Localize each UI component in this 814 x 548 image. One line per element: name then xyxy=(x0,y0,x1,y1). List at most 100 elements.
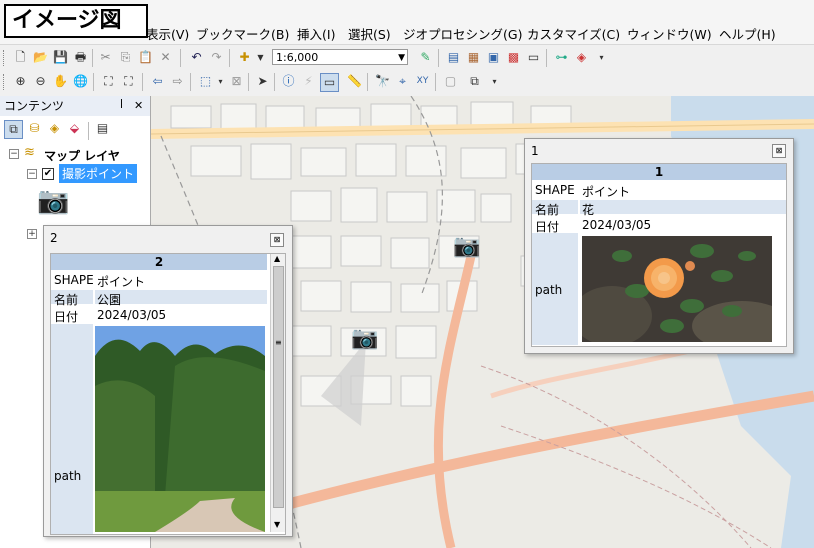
scrollbar-thumb[interactable] xyxy=(273,266,284,508)
collapse-icon[interactable]: − xyxy=(9,149,19,159)
measure-icon[interactable]: 📏 xyxy=(346,73,363,90)
toolbar-separator xyxy=(88,122,89,140)
python-window-icon[interactable]: ▭ xyxy=(525,49,542,66)
toolbar-grip[interactable] xyxy=(3,50,7,66)
pin-icon[interactable]: ꟾ xyxy=(120,96,123,116)
toolbar-grip[interactable] xyxy=(3,74,7,90)
popup-window-1: 1 ⊠ 1 SHAPE ポイント 名前 花 日付 2024/03/05 path xyxy=(524,138,794,354)
table-window-icon[interactable]: ▤ xyxy=(445,49,462,66)
menu-bookmark[interactable]: ブックマーク(B) xyxy=(196,24,289,43)
list-by-visibility-icon[interactable]: ◈ xyxy=(46,120,63,137)
fixed-zoom-in-icon[interactable]: ⛶ xyxy=(100,73,117,90)
zoom-out-icon[interactable]: ⊖ xyxy=(32,73,49,90)
scale-value: 1:6,000 xyxy=(276,51,319,64)
popup-title: 1 xyxy=(531,144,539,158)
data-frame-label[interactable]: マップ レイヤ xyxy=(44,147,120,164)
zoom-in-icon[interactable]: ⊕ xyxy=(12,73,29,90)
save-icon[interactable]: 💾 xyxy=(52,49,69,66)
find-binoculars-icon[interactable]: 🔭 xyxy=(374,73,391,90)
options-icon[interactable]: ▤ xyxy=(94,120,111,137)
scroll-down-arrow-icon[interactable]: ▼ xyxy=(274,520,280,529)
field-value: 2024/03/05 xyxy=(582,218,652,232)
list-by-drawing-order-icon[interactable]: ⧉ xyxy=(4,120,23,139)
forward-arrow-icon[interactable]: ⇨ xyxy=(169,73,186,90)
scroll-grip-icon: ≡ xyxy=(275,338,282,347)
tool-icon[interactable]: ◈ xyxy=(573,49,590,66)
menu-view[interactable]: 表示(V) xyxy=(146,24,189,43)
menu-insert[interactable]: 挿入(I) xyxy=(297,24,335,43)
editor-icon[interactable]: ✎ xyxy=(417,49,434,66)
fixed-zoom-out-icon[interactable]: ⛶ xyxy=(120,73,137,90)
chevron-down-icon[interactable]: ▾ xyxy=(212,73,229,90)
redo-icon[interactable]: ↷ xyxy=(208,49,225,66)
catalog-icon[interactable]: ▦ xyxy=(465,49,482,66)
delete-icon[interactable]: ✕ xyxy=(157,49,174,66)
select-elements-pointer-icon[interactable]: ➤ xyxy=(254,73,271,90)
toolbar-separator xyxy=(190,73,191,91)
attribute-table: 2 SHAPE ポイント 名前 公園 日付 2024/03/05 path ▲ … xyxy=(50,253,286,535)
camera-point-icon[interactable]: 📷 xyxy=(351,326,378,351)
back-arrow-icon[interactable]: ⇦ xyxy=(149,73,166,90)
chevron-down-icon[interactable]: ▼ xyxy=(252,49,269,66)
vertical-scrollbar[interactable]: ▲ ≡ ▼ xyxy=(270,254,285,532)
close-icon[interactable]: ⊠ xyxy=(772,144,786,158)
open-folder-icon[interactable]: 📂 xyxy=(32,49,49,66)
cut-icon[interactable]: ✂ xyxy=(97,49,114,66)
row-stripe xyxy=(580,200,786,214)
viewer-window-icon[interactable]: ⧉ xyxy=(466,73,483,90)
field-value: ポイント xyxy=(97,275,146,289)
field-value: ポイント xyxy=(582,185,631,199)
popup-title: 2 xyxy=(50,231,58,245)
pan-hand-icon[interactable]: ✋ xyxy=(52,73,69,90)
layer-visibility-checkbox[interactable]: ✔ xyxy=(42,168,54,180)
flower-photo xyxy=(582,236,772,342)
arctoolbox-icon[interactable]: ▩ xyxy=(505,49,522,66)
close-icon[interactable]: ✕ xyxy=(134,96,143,116)
scroll-up-arrow-icon[interactable]: ▲ xyxy=(274,254,280,263)
toolbar-separator xyxy=(546,49,547,67)
menu-customize[interactable]: カスタマイズ(C) xyxy=(527,24,620,43)
field-value: 花 xyxy=(582,203,595,217)
copy-icon[interactable]: ⎘ xyxy=(117,49,134,66)
identify-icon[interactable]: ⓘ xyxy=(280,73,297,90)
chevron-down-icon[interactable]: ▼ xyxy=(398,50,405,66)
field-label: SHAPE xyxy=(535,183,575,197)
standard-toolbar: 🗋 📂 💾 🖶 ✂ ⎘ 📋 ✕ ↶ ↷ ✚ ▼ 1:6,000 ▼ ✎ ▤ ▦ … xyxy=(0,46,814,70)
close-icon[interactable]: ⊠ xyxy=(270,233,284,247)
scale-combobox[interactable]: 1:6,000 ▼ xyxy=(272,49,408,65)
html-popup-icon[interactable]: ▭ xyxy=(320,73,339,92)
menu-window[interactable]: ウィンドウ(W) xyxy=(627,24,712,43)
new-document-icon[interactable]: 🗋 xyxy=(12,49,29,66)
clear-selection-icon[interactable]: ⊠ xyxy=(228,73,245,90)
model-builder-icon[interactable]: ⊶ xyxy=(553,49,570,66)
menu-select[interactable]: 選択(S) xyxy=(348,24,391,43)
toolbar-separator xyxy=(274,73,275,91)
toolbar-separator xyxy=(248,73,249,91)
list-by-selection-icon[interactable]: ⬙ xyxy=(66,120,83,137)
paste-icon[interactable]: 📋 xyxy=(137,49,154,66)
go-to-xy-icon[interactable]: XY xyxy=(414,73,431,90)
camera-point-icon[interactable]: 📷 xyxy=(453,234,480,259)
expand-icon[interactable]: + xyxy=(27,229,37,239)
undo-icon[interactable]: ↶ xyxy=(188,49,205,66)
chevron-down-icon[interactable]: ▾ xyxy=(486,73,503,90)
find-route-icon[interactable]: ⌖ xyxy=(394,73,411,90)
menu-geoprocessing[interactable]: ジオプロセシング(G) xyxy=(403,24,522,43)
popup-window-2: 2 ⊠ 2 SHAPE ポイント 名前 公園 日付 2024/03/05 pat… xyxy=(43,225,293,537)
full-extent-globe-icon[interactable]: 🌐 xyxy=(72,73,89,90)
toc-header: コンテンツ ꟾ ✕ xyxy=(0,96,150,116)
menu-help[interactable]: ヘルプ(H) xyxy=(719,24,776,43)
hyperlink-icon[interactable]: ⚡ xyxy=(300,73,317,90)
add-data-icon[interactable]: ✚ xyxy=(236,49,253,66)
field-label: 日付 xyxy=(54,310,79,324)
layer-name[interactable]: 撮影ポイント xyxy=(59,164,138,183)
field-value: 公園 xyxy=(97,293,122,307)
field-label: 名前 xyxy=(535,203,560,217)
collapse-icon[interactable]: − xyxy=(27,169,37,179)
toolbar-separator xyxy=(142,73,143,91)
time-slider-icon[interactable]: ▢ xyxy=(442,73,459,90)
list-by-source-icon[interactable]: ⛁ xyxy=(26,120,43,137)
search-window-icon[interactable]: ▣ xyxy=(485,49,502,66)
chevron-down-icon[interactable]: ▾ xyxy=(593,49,610,66)
print-icon[interactable]: 🖶 xyxy=(72,49,89,66)
